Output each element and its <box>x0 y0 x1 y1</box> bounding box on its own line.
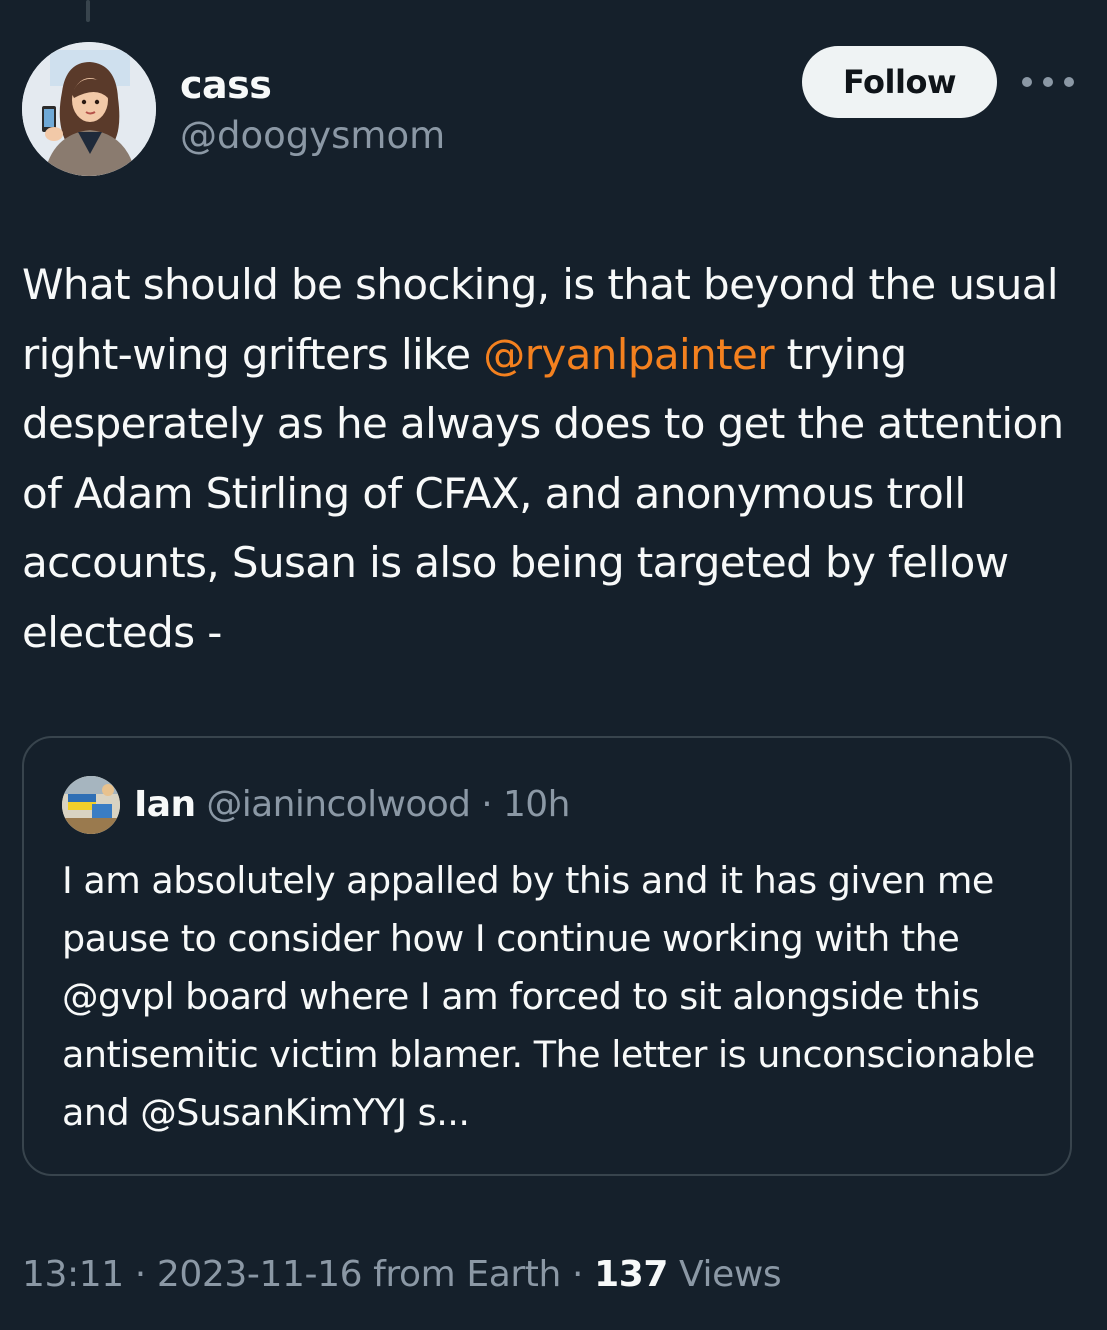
thread-connector-line <box>86 0 90 22</box>
meta-separator: · <box>123 1254 157 1295</box>
views-label: Views <box>668 1254 782 1295</box>
follow-button[interactable]: Follow <box>802 46 997 118</box>
mention-link[interactable]: @ryanlpainter <box>483 330 774 379</box>
meta-separator: · <box>560 1254 595 1295</box>
tweet-meta: 13:11 · 2023-11-16 from Earth · 137 View… <box>22 1246 782 1304</box>
author-handle[interactable]: @doogysmom <box>180 113 445 159</box>
quoted-author-avatar[interactable] <box>62 776 120 834</box>
avatar-illustration <box>22 42 156 176</box>
quoted-tweet-text: I am absolutely appalled by this and it … <box>62 859 1035 1134</box>
more-dot <box>1022 77 1032 87</box>
tweet-text: What should be shocking, is that beyond … <box>22 250 1092 667</box>
views-count[interactable]: 137 <box>594 1254 668 1295</box>
quoted-author-handle[interactable]: @ianincolwood <box>206 784 471 825</box>
tweet-time[interactable]: 13:11 <box>22 1254 124 1295</box>
tweet-date-source[interactable]: 2023-11-16 from Earth <box>157 1254 561 1295</box>
quoted-author-name[interactable]: Ian <box>134 784 196 825</box>
author-display-name[interactable]: cass <box>180 62 272 108</box>
more-horizontal-icon[interactable] <box>1022 64 1074 100</box>
author-avatar[interactable] <box>22 42 156 176</box>
quoted-tweet-time[interactable]: 10h <box>503 784 570 825</box>
more-dot <box>1064 77 1074 87</box>
quoted-tweet-card[interactable]: Ian @ianincolwood · 10h I am absolutely … <box>22 736 1072 1176</box>
quoted-tweet-header: Ian @ianincolwood · 10h <box>134 782 570 828</box>
quoted-avatar-illustration <box>62 776 120 834</box>
quoted-meta-separator: · <box>470 784 503 825</box>
more-dot <box>1043 77 1053 87</box>
